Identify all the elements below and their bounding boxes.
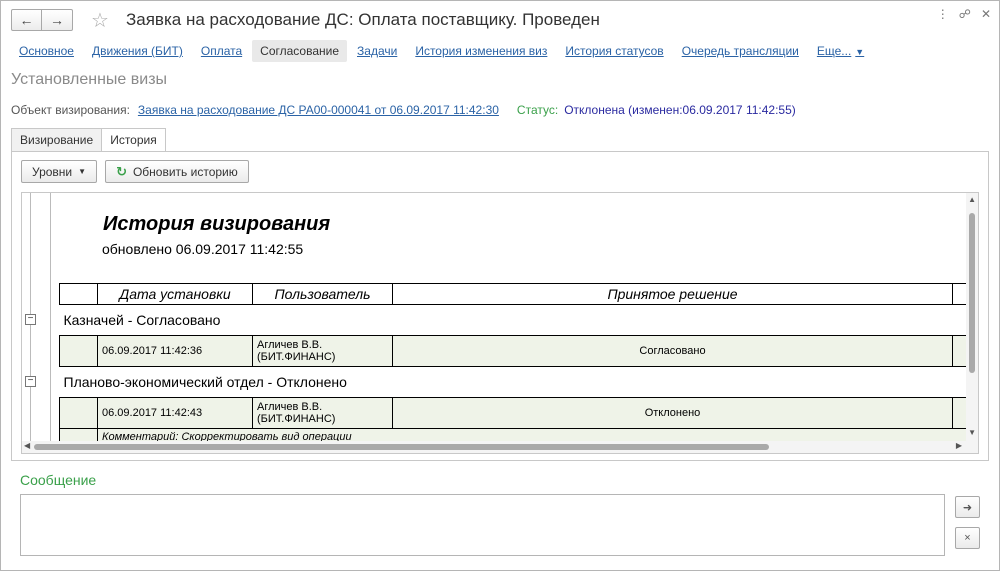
scroll-thumb[interactable] <box>34 444 769 450</box>
horizontal-scrollbar[interactable]: ◀ ▶ <box>22 441 968 453</box>
report-title: История визирования <box>103 213 331 235</box>
column-header: Принятое решение <box>392 283 953 305</box>
arrow-right-icon: → <box>50 12 64 28</box>
scroll-right-icon[interactable]: ▶ <box>956 441 962 450</box>
outline-line <box>50 193 51 443</box>
section-links: Основное Движения (БИТ) Оплата Согласова… <box>11 39 874 63</box>
header: ← → ☆ Заявка на расходование ДС: Оплата … <box>1 1 999 39</box>
tab-visa[interactable]: Визирование <box>11 128 103 152</box>
refresh-history-button[interactable]: ↻ Обновить историю <box>105 160 249 183</box>
cell-date: 06.09.2017 11:42:43 <box>97 397 253 429</box>
refresh-icon: ↻ <box>116 163 127 179</box>
more-icon[interactable]: ⋮ <box>937 7 949 21</box>
report-subtitle: обновлено 06.09.2017 11:42:55 <box>102 241 304 257</box>
object-link[interactable]: Заявка на расходование ДС РА00-000041 от… <box>138 103 499 117</box>
link-movements[interactable]: Движения (БИТ) <box>84 40 191 62</box>
cell-decision: Согласовано <box>392 335 953 367</box>
chevron-down-icon: ▼ <box>855 47 865 57</box>
collapse-icon[interactable]: − <box>25 376 36 387</box>
link-status-history[interactable]: История статусов <box>557 40 671 62</box>
send-button[interactable]: ➜ <box>955 496 980 518</box>
forward-button[interactable]: → <box>42 9 73 31</box>
cell-date: 06.09.2017 11:42:36 <box>97 335 253 367</box>
scroll-up-icon[interactable]: ▲ <box>968 195 976 204</box>
table-row: 06.09.2017 11:42:36 Агличев В.В. (БИТ.ФИН… <box>59 335 973 367</box>
group-row: Казначей - Согласовано <box>59 304 973 336</box>
history-panel: Уровни ▼ ↻ Обновить историю История визи… <box>11 151 989 461</box>
scroll-left-icon[interactable]: ◀ <box>24 441 30 450</box>
column-header: Пользователь <box>252 283 393 305</box>
message-input[interactable] <box>20 494 945 556</box>
link-visa-history[interactable]: История изменения виз <box>407 40 555 62</box>
link-approval[interactable]: Согласование <box>252 40 348 62</box>
table-header: Дата установки Пользователь Принятое реш… <box>59 283 973 305</box>
collapse-icon[interactable]: − <box>25 314 36 325</box>
table-row: 06.09.2017 11:42:43 Агличев В.В. (БИТ.ФИН… <box>59 397 973 429</box>
clear-icon: × <box>964 532 971 544</box>
scroll-down-icon[interactable]: ▼ <box>968 428 976 437</box>
tab-history[interactable]: История <box>101 128 166 152</box>
link-icon[interactable]: ☍ <box>959 7 971 21</box>
scroll-thumb[interactable] <box>969 213 975 373</box>
link-main[interactable]: Основное <box>11 40 82 62</box>
group-name: Казначей - Согласовано <box>59 304 973 336</box>
clear-button[interactable]: × <box>955 527 980 549</box>
page-title: Заявка на расходование ДС: Оплата постав… <box>126 10 600 29</box>
back-button[interactable]: ← <box>11 9 42 31</box>
close-icon[interactable]: ✕ <box>981 7 991 21</box>
link-more[interactable]: Еще... ▼ <box>809 40 872 62</box>
vertical-scrollbar[interactable]: ▲ ▼ <box>966 193 978 453</box>
cell-decision: Отклонено <box>392 397 953 429</box>
link-payment[interactable]: Оплата <box>193 40 250 62</box>
chevron-down-icon: ▼ <box>78 167 87 176</box>
status-value: Отклонена (изменен:06.09.2017 11:42:55) <box>564 103 796 117</box>
object-label: Объект визирования: <box>11 103 130 117</box>
column-header: Дата установки <box>97 283 253 305</box>
history-table: Дата установки Пользователь Принятое реш… <box>59 283 973 446</box>
inner-tabs: Визирование История <box>11 128 166 152</box>
window-controls: ⋮ ☍ ✕ <box>937 7 991 21</box>
link-translation-queue[interactable]: Очередь трансляции <box>674 40 807 62</box>
group-row: Планово-экономический отдел - Отклонено <box>59 366 973 398</box>
toolbar: Уровни ▼ ↻ Обновить историю <box>21 160 249 183</box>
cell-user: Агличев В.В. (БИТ.ФИНАНС) <box>252 335 393 367</box>
send-icon: ➜ <box>962 501 973 514</box>
object-row: Объект визирования: Заявка на расходован… <box>11 103 796 117</box>
section-title: Установленные визы <box>11 71 168 88</box>
status-label: Статус: <box>516 103 559 117</box>
link-tasks[interactable]: Задачи <box>349 40 405 62</box>
group-name: Планово-экономический отдел - Отклонено <box>59 366 973 398</box>
report-area[interactable]: История визирования обновлено 06.09.2017… <box>21 192 979 454</box>
levels-button[interactable]: Уровни ▼ <box>21 160 98 183</box>
window: ← → ☆ Заявка на расходование ДС: Оплата … <box>0 0 1000 571</box>
arrow-left-icon: ← <box>19 12 34 28</box>
star-icon[interactable]: ☆ <box>91 8 109 33</box>
message-label: Сообщение <box>20 472 97 488</box>
cell-user: Агличев В.В. (БИТ.ФИНАНС) <box>252 397 393 429</box>
